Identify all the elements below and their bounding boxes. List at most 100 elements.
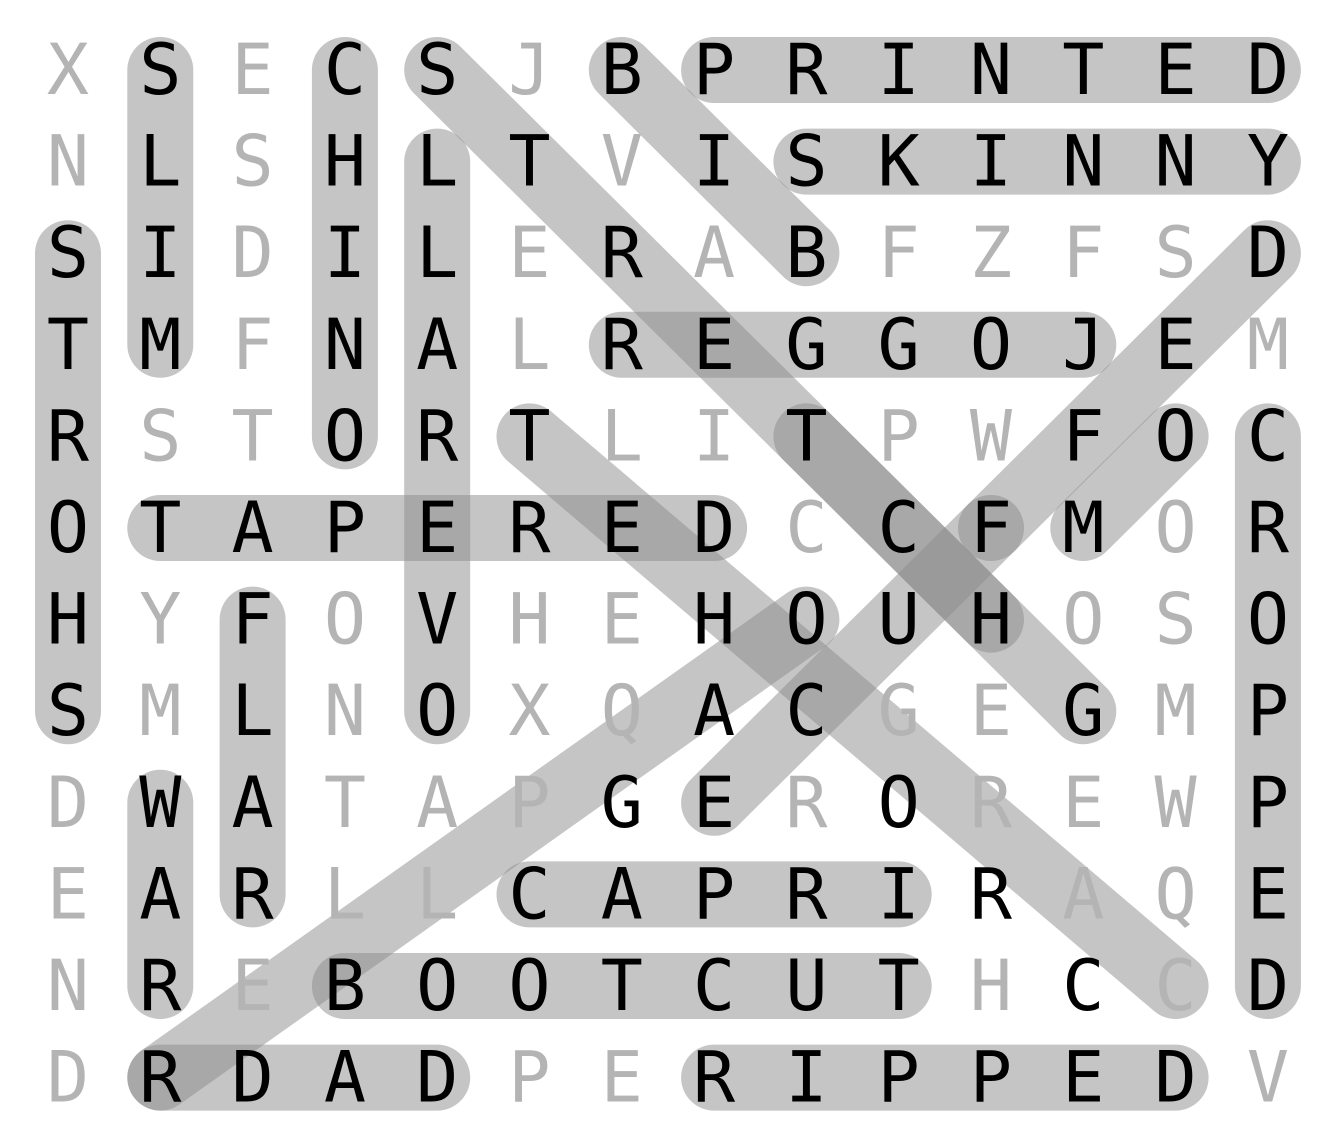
grid-letter[interactable]: I [878, 853, 920, 935]
grid-letter[interactable]: P [693, 29, 735, 111]
grid-letter[interactable]: P [878, 1037, 920, 1119]
grid-letter[interactable]: T [878, 945, 920, 1027]
grid-letter[interactable]: O [1247, 579, 1289, 661]
grid-letter[interactable]: T [232, 395, 274, 477]
grid-letter[interactable]: A [693, 212, 735, 294]
grid-letter[interactable]: R [785, 29, 828, 111]
grid-letter[interactable]: T [324, 762, 366, 844]
grid-letter[interactable]: O [508, 945, 550, 1027]
grid-letter[interactable]: T [601, 945, 643, 1027]
grid-letter[interactable]: V [601, 121, 643, 203]
grid-letter[interactable]: O [416, 945, 458, 1027]
grid-letter[interactable]: F [1062, 395, 1104, 477]
grid-letter[interactable]: E [601, 579, 643, 661]
grid-letter[interactable]: O [1155, 395, 1197, 477]
grid-letter[interactable]: R [970, 853, 1013, 935]
grid-letter[interactable]: G [878, 304, 920, 386]
grid-letter[interactable]: R [785, 762, 828, 844]
grid-letter[interactable]: P [1247, 762, 1289, 844]
grid-letter[interactable]: Q [601, 670, 643, 752]
grid-letter[interactable]: A [601, 853, 643, 935]
grid-letter[interactable]: A [416, 762, 458, 844]
grid-letter[interactable]: H [508, 579, 550, 661]
grid-letter[interactable]: E [1062, 1037, 1104, 1119]
grid-letter[interactable]: O [47, 487, 89, 569]
grid-letter[interactable]: M [139, 304, 181, 386]
grid-letter[interactable]: G [785, 304, 827, 386]
grid-letter[interactable]: C [508, 853, 550, 935]
grid-letter[interactable]: Y [139, 579, 181, 661]
grid-letter[interactable]: E [416, 487, 458, 569]
grid-letter[interactable]: N [1155, 121, 1197, 203]
grid-letter[interactable]: W [970, 395, 1013, 477]
grid-letter[interactable]: P [508, 762, 550, 844]
grid-letter[interactable]: D [1155, 1037, 1197, 1119]
grid-letter[interactable]: S [139, 395, 181, 477]
grid-letter[interactable]: F [232, 579, 274, 661]
grid-letter[interactable]: L [416, 212, 458, 294]
grid-letter[interactable]: A [232, 487, 274, 569]
grid-letter[interactable]: S [1155, 212, 1197, 294]
grid-letter[interactable]: N [324, 304, 366, 386]
grid-letter[interactable]: R [508, 487, 551, 569]
grid-letter[interactable]: O [970, 304, 1012, 386]
grid-letter[interactable]: W [139, 762, 182, 844]
grid-letter[interactable]: C [324, 29, 366, 111]
grid-letter[interactable]: H [47, 579, 89, 661]
grid-letter[interactable]: E [601, 487, 643, 569]
grid-letter[interactable]: V [1247, 1037, 1289, 1119]
grid-letter[interactable]: D [1247, 29, 1289, 111]
grid-letter[interactable]: T [47, 304, 89, 386]
grid-letter[interactable]: T [1062, 29, 1104, 111]
grid-letter[interactable]: M [1155, 670, 1197, 752]
grid-letter[interactable]: R [1247, 487, 1290, 569]
grid-letter[interactable]: E [508, 212, 550, 294]
grid-letter[interactable]: C [693, 945, 735, 1027]
grid-letter[interactable]: O [324, 395, 366, 477]
grid-letter[interactable]: E [1062, 762, 1104, 844]
grid-letter[interactable]: S [232, 121, 274, 203]
grid-letter[interactable]: A [139, 853, 181, 935]
grid-letter[interactable]: H [970, 945, 1012, 1027]
grid-letter[interactable]: A [693, 670, 735, 752]
grid-letter[interactable]: A [324, 1037, 366, 1119]
grid-letter[interactable]: C [878, 487, 920, 569]
grid-letter[interactable]: O [785, 579, 827, 661]
grid-letter[interactable]: S [139, 29, 181, 111]
grid-letter[interactable]: C [1247, 395, 1289, 477]
grid-letter[interactable]: I [139, 212, 181, 294]
grid-letter[interactable]: S [416, 29, 458, 111]
grid-letter[interactable]: J [508, 29, 550, 111]
grid-letter[interactable]: I [970, 121, 1012, 203]
grid-letter[interactable]: D [47, 762, 89, 844]
grid-letter[interactable]: E [232, 945, 274, 1027]
grid-letter[interactable]: D [47, 1037, 89, 1119]
grid-letter[interactable]: O [324, 579, 366, 661]
grid-letter[interactable]: L [232, 670, 274, 752]
grid-letter[interactable]: F [970, 487, 1012, 569]
grid-letter[interactable]: P [1247, 670, 1289, 752]
grid-letter[interactable]: L [416, 853, 458, 935]
grid-letter[interactable]: N [47, 945, 89, 1027]
grid-letter[interactable]: E [601, 1037, 643, 1119]
grid-letter[interactable]: O [1062, 579, 1104, 661]
grid-letter[interactable]: O [1155, 487, 1197, 569]
grid-letter[interactable]: N [1062, 121, 1104, 203]
grid-letter[interactable]: N [324, 670, 366, 752]
grid-letter[interactable]: A [416, 304, 458, 386]
grid-letter[interactable]: R [601, 304, 644, 386]
grid-letter[interactable]: N [970, 29, 1012, 111]
grid-letter[interactable]: T [508, 395, 550, 477]
grid-letter[interactable]: P [878, 395, 920, 477]
grid-letter[interactable]: R [785, 853, 828, 935]
grid-letter[interactable]: S [47, 212, 89, 294]
grid-letter[interactable]: S [1155, 579, 1197, 661]
grid-letter[interactable]: M [1247, 304, 1289, 386]
grid-letter[interactable]: R [601, 212, 644, 294]
grid-letter[interactable]: X [508, 670, 550, 752]
grid-letter[interactable]: O [416, 670, 458, 752]
grid-letter[interactable]: D [232, 1037, 274, 1119]
grid-letter[interactable]: H [693, 579, 735, 661]
grid-letter[interactable]: U [785, 945, 827, 1027]
grid-letter[interactable]: I [693, 395, 735, 477]
